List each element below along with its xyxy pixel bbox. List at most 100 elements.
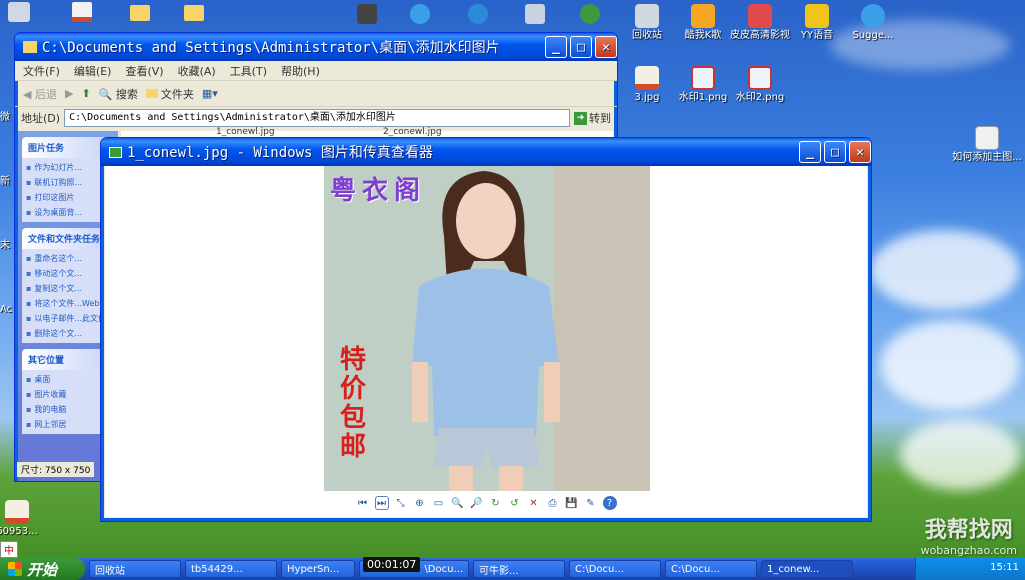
taskbar-item-label: 回收站	[95, 565, 125, 577]
taskbar-item[interactable]: C:\Docu...	[569, 560, 661, 578]
place-item[interactable]: 我的电脑	[26, 402, 110, 417]
desktop-shortcut-icon[interactable]	[8, 2, 30, 22]
views-button[interactable]: ▦▾	[202, 87, 218, 100]
ime-label: 中	[4, 546, 14, 557]
menu-edit[interactable]: 编辑(E)	[74, 63, 112, 79]
task-item[interactable]: 以电子邮件...此文件	[26, 311, 110, 326]
desktop-shortcut-icon[interactable]	[72, 2, 92, 22]
forward-button[interactable]: ▶	[65, 87, 73, 100]
taskbar-item[interactable]: 回收站	[89, 560, 181, 578]
watermark-name: 我帮找网	[924, 518, 1013, 543]
desktop-icon-suggest[interactable]: Sugge...	[838, 4, 908, 42]
taskbar-item[interactable]: C:\Docu...	[665, 560, 757, 578]
photo-promo-text: 特 价 包 邮	[340, 346, 372, 462]
task-item[interactable]: 设为桌面背...	[26, 205, 110, 220]
go-button[interactable]: ➜ 转到	[574, 110, 611, 126]
promo-char: 特	[340, 345, 367, 375]
desktop-icon-howto[interactable]: 如何添加主图...	[952, 126, 1022, 164]
task-item[interactable]: 打印这图片	[26, 190, 110, 205]
rotate-clockwise-icon[interactable]: ↻	[489, 496, 503, 510]
folder-icon	[145, 88, 158, 98]
task-item[interactable]: 作为幻灯片...	[26, 160, 110, 175]
menu-help[interactable]: 帮助(H)	[281, 63, 320, 79]
zoom-in-icon[interactable]: 🔍	[451, 496, 465, 510]
previous-image-icon[interactable]: ⏮	[356, 496, 370, 510]
edge-label: 微	[0, 112, 10, 123]
task-item[interactable]: 重命名这个...	[26, 251, 110, 266]
picture-icon	[109, 146, 122, 158]
taskbar-item-label: 可牛影...	[479, 565, 519, 577]
viewer-titlebar[interactable]: 1_conewl.jpg - Windows 图片和传真查看器 _ □ ✕	[101, 138, 871, 166]
folders-label: 文件夹	[160, 87, 194, 101]
place-item[interactable]: 网上邻居	[26, 417, 110, 432]
help-icon[interactable]: ?	[602, 496, 617, 510]
maximize-button[interactable]: □	[824, 141, 846, 163]
desktop-icon-label: 酷我K歌	[684, 30, 722, 41]
best-fit-icon[interactable]: ⤡	[394, 496, 408, 510]
desktop-shortcut-icon[interactable]	[357, 4, 377, 24]
explorer-titlebar[interactable]: C:\Documents and Settings\Administrator\…	[15, 33, 617, 61]
taskbar-item-active[interactable]: 1_conew...	[761, 560, 853, 578]
place-item[interactable]: 桌面	[26, 372, 110, 387]
desktop-shortcut-icon[interactable]	[468, 4, 488, 24]
next-image-icon[interactable]: ⏭	[374, 496, 389, 510]
image-file-icon	[691, 66, 715, 90]
minimize-button[interactable]: _	[545, 36, 567, 58]
ime-indicator[interactable]: 中	[0, 541, 18, 558]
menu-favorites[interactable]: 收藏(A)	[178, 63, 216, 79]
start-button[interactable]: 开始	[0, 558, 85, 580]
desktop-icon-label: Sugge...	[852, 30, 894, 41]
taskbar-item[interactable]: tb54429...	[185, 560, 277, 578]
taskbar-item-label: HyperSn...	[287, 563, 340, 575]
pipi-icon	[748, 4, 772, 28]
delete-icon[interactable]: ✕	[527, 496, 541, 510]
print-icon[interactable]: ⎙	[546, 496, 560, 510]
desktop-shortcut-icon[interactable]	[525, 4, 545, 24]
zoom-out-icon[interactable]: 🔎	[470, 496, 484, 510]
close-button[interactable]: ✕	[849, 141, 871, 163]
up-folder-icon[interactable]: ⬆	[81, 87, 90, 100]
desktop-icon-label: 水印1.png	[678, 92, 728, 103]
slideshow-icon[interactable]: ▭	[432, 496, 446, 510]
file-item[interactable]: 2_conewl.jpg	[383, 127, 442, 137]
taskbar-item-label: C:\Docu...	[575, 563, 624, 575]
back-button[interactable]: ◀ 后退	[23, 86, 57, 102]
menu-tools[interactable]: 工具(T)	[230, 63, 267, 79]
save-icon[interactable]: 💾	[565, 496, 579, 510]
taskbar: 开始 回收站 tb54429... HyperSn... \Docu... 可牛…	[0, 558, 1025, 580]
rotate-counterclockwise-icon[interactable]: ↺	[508, 496, 522, 510]
desktop-shortcut-icon[interactable]	[580, 4, 600, 24]
place-item[interactable]: 图片收藏	[26, 387, 110, 402]
task-item[interactable]: 联机订购照...	[26, 175, 110, 190]
folder-icon[interactable]	[130, 5, 150, 21]
actual-size-icon[interactable]: ⊕	[413, 496, 427, 510]
menu-file[interactable]: 文件(F)	[23, 63, 60, 79]
viewer-canvas: 粤衣阁 特 价 包 邮 ⏮ ⏭ ⤡ ⊕ ▭ 🔍 🔎 ↻ ↺ ✕ ⎙ 💾 ✎ ?	[105, 166, 867, 517]
folder-icon[interactable]	[184, 5, 204, 21]
desktop-icon-60953[interactable]: 60953...	[0, 500, 52, 538]
promo-char: 价	[340, 374, 367, 404]
maximize-button[interactable]: □	[570, 36, 592, 58]
desktop-icon-watermark2[interactable]: 水印2.png	[725, 66, 795, 104]
folders-button[interactable]: 文件夹	[145, 86, 194, 102]
address-field[interactable]: C:\Documents and Settings\Administrator\…	[64, 109, 570, 127]
close-button[interactable]: ✕	[595, 36, 617, 58]
taskbar-item[interactable]: 可牛影...	[473, 560, 565, 578]
yy-icon	[805, 4, 829, 28]
search-button[interactable]: 🔍 搜索	[99, 86, 138, 102]
menu-view[interactable]: 查看(V)	[125, 63, 163, 79]
task-item[interactable]: 移动这个文...	[26, 266, 110, 281]
image-file-icon	[5, 500, 29, 524]
picture-viewer-window[interactable]: 1_conewl.jpg - Windows 图片和传真查看器 _ □ ✕ 粤衣…	[100, 137, 872, 522]
task-item[interactable]: 复制这个文...	[26, 281, 110, 296]
tray-clock[interactable]: 15:11	[990, 562, 1019, 573]
go-arrow-icon: ➜	[574, 111, 587, 125]
file-item[interactable]: 1_conewl.jpg	[216, 127, 275, 137]
watermark-url: wobangzhao.com	[920, 544, 1017, 557]
minimize-button[interactable]: _	[799, 141, 821, 163]
edit-icon[interactable]: ✎	[584, 496, 598, 510]
task-item[interactable]: 删除这个文...	[26, 326, 110, 341]
desktop-shortcut-icon[interactable]	[410, 4, 430, 24]
taskbar-item[interactable]: HyperSn...	[281, 560, 355, 578]
task-item[interactable]: 将这个文件...Web	[26, 296, 110, 311]
